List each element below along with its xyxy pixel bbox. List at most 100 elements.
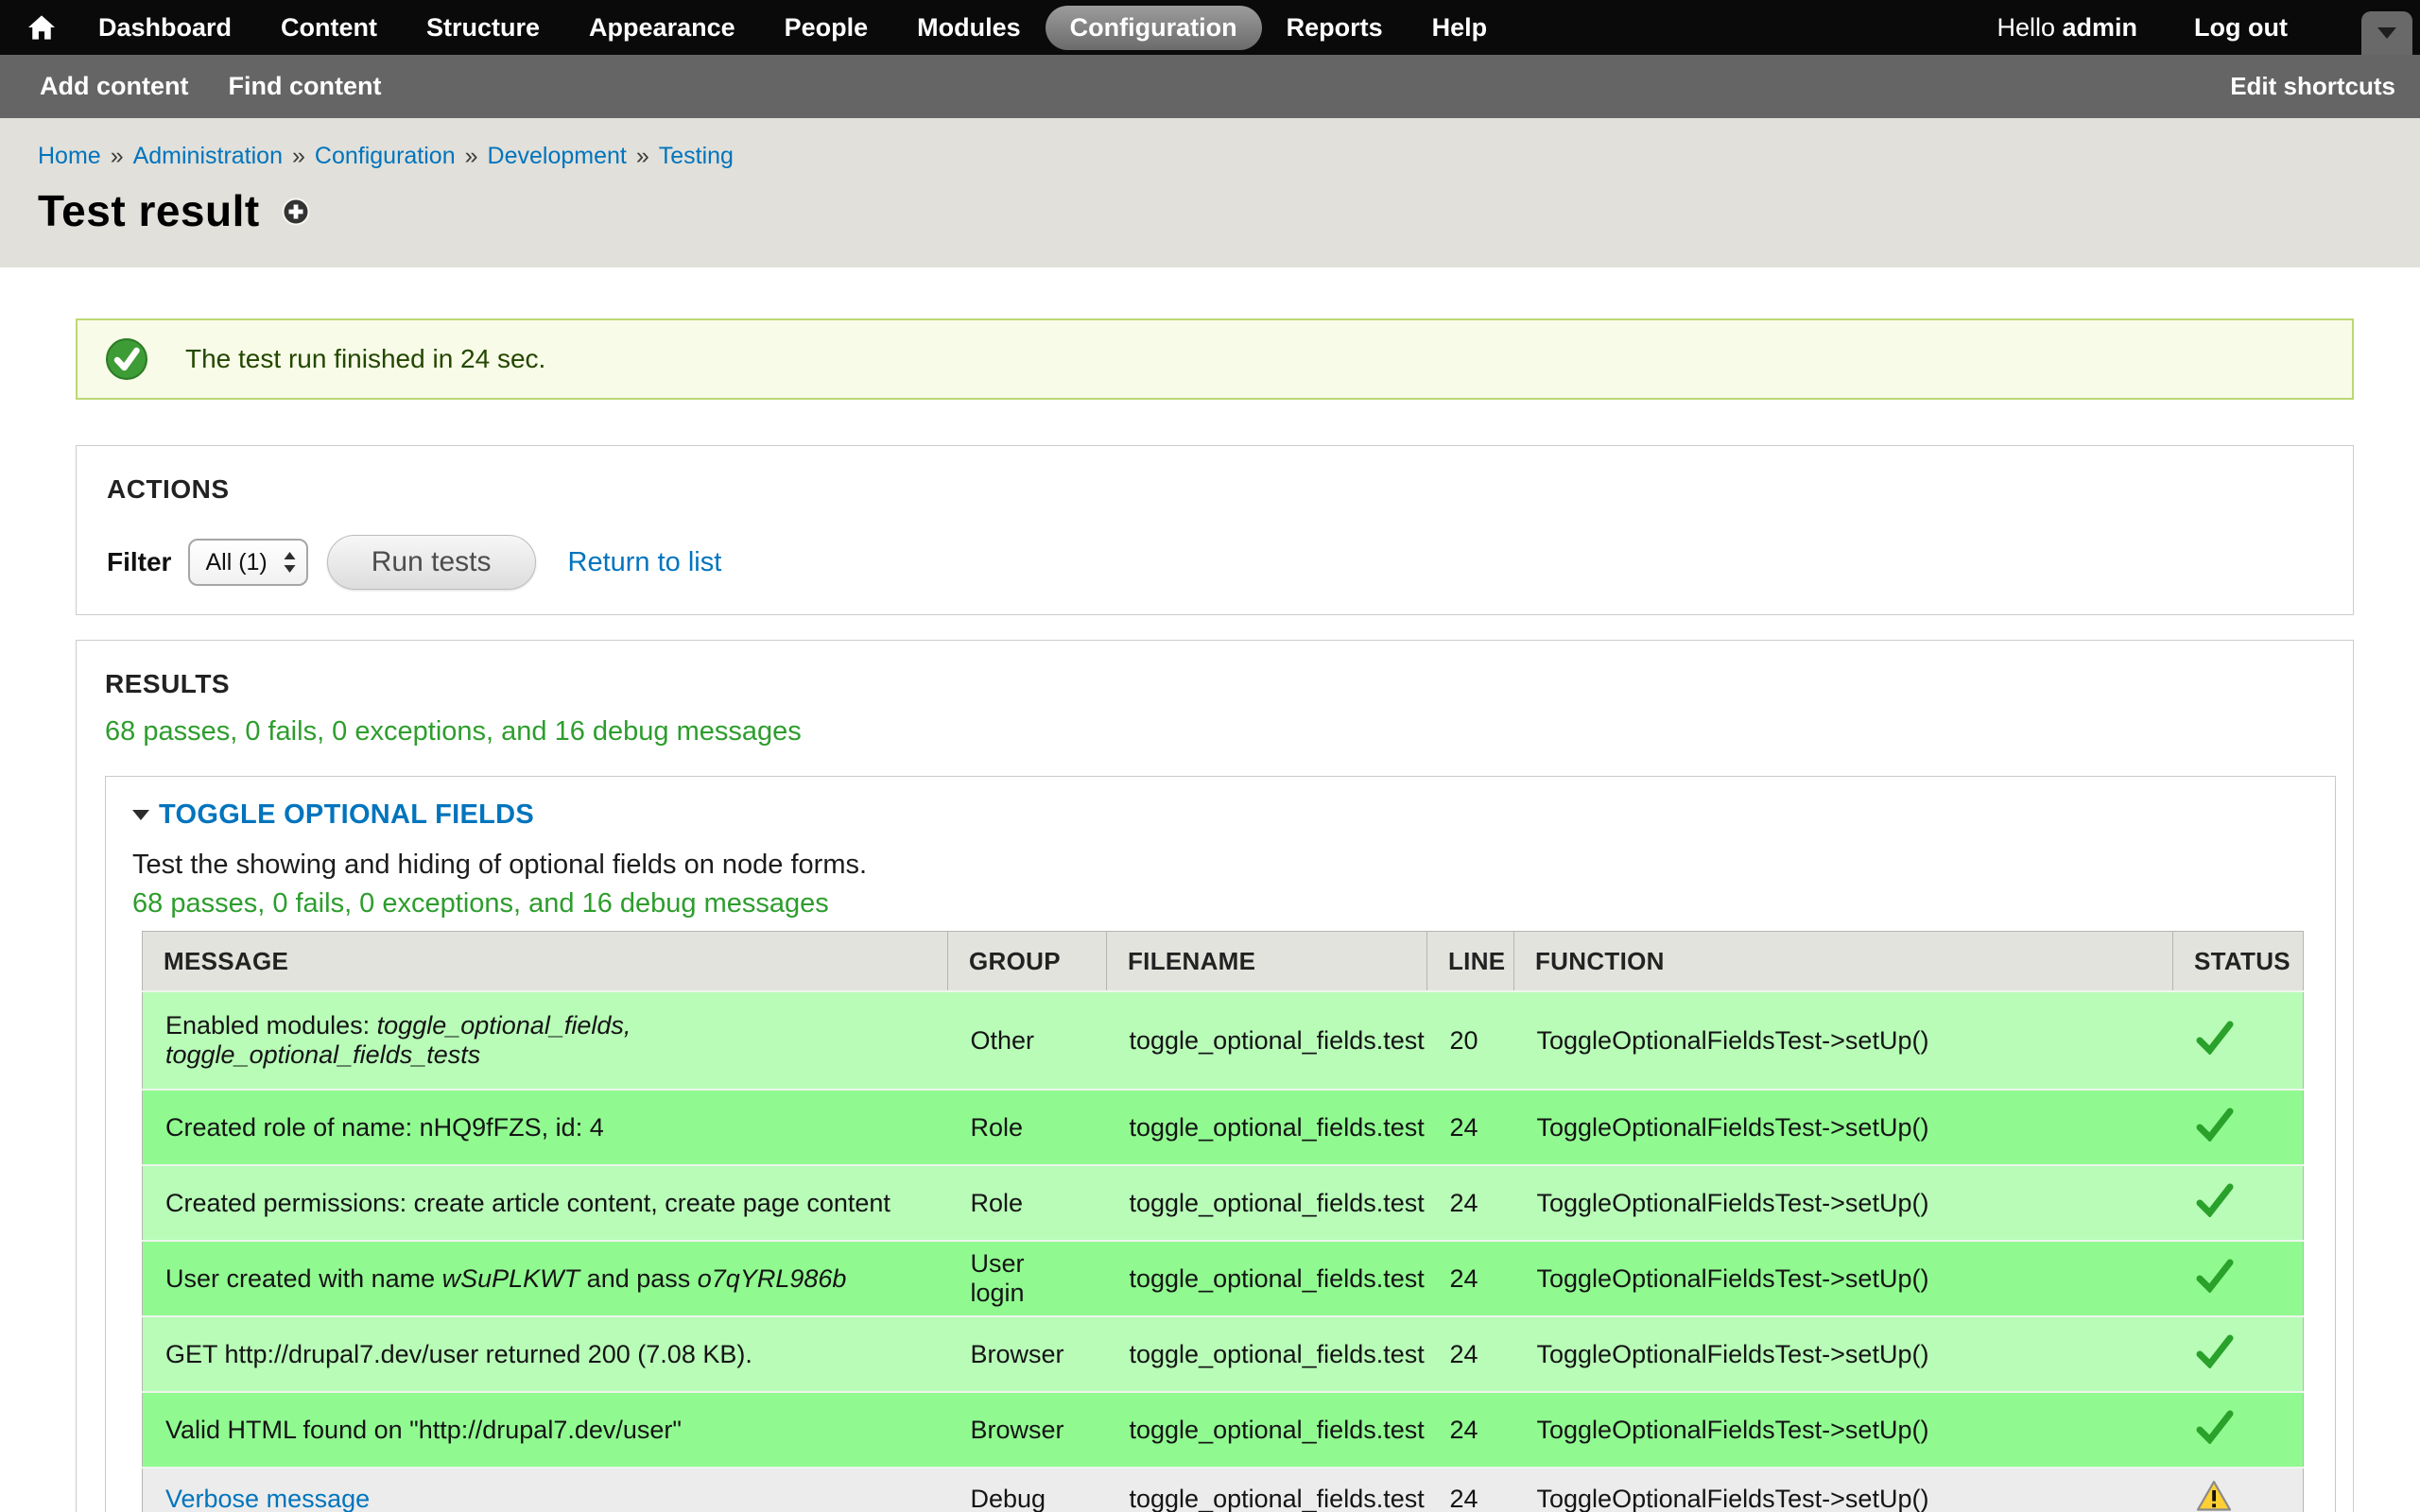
- cell-filename: toggle_optional_fields.test: [1107, 991, 1427, 1090]
- home-icon[interactable]: [26, 12, 57, 43]
- cell-line: 24: [1427, 1316, 1514, 1392]
- return-to-list-link[interactable]: Return to list: [568, 547, 722, 578]
- results-summary: 68 passes, 0 fails, 0 exceptions, and 16…: [105, 716, 2336, 747]
- cell-filename: toggle_optional_fields.test: [1107, 1392, 1427, 1468]
- pass-check-icon: [2196, 1032, 2234, 1060]
- cell-message: GET http://drupal7.dev/user returned 200…: [143, 1316, 948, 1392]
- drupal-test-result-page: DashboardContentStructureAppearancePeopl…: [0, 0, 2420, 1512]
- toolbar-item-configuration[interactable]: Configuration: [1046, 6, 1262, 50]
- select-arrows-icon: [283, 551, 297, 574]
- username: admin: [2063, 13, 2138, 42]
- cell-status: [2173, 1316, 2304, 1392]
- pass-check-icon: [2196, 1346, 2234, 1374]
- toolbar-item-structure[interactable]: Structure: [402, 6, 564, 50]
- results-table: MESSAGEGROUPFILENAMELINEFUNCTIONSTATUS E…: [142, 931, 2304, 1512]
- column-header-filename: FILENAME: [1107, 932, 1427, 992]
- cell-status: [2173, 991, 2304, 1090]
- cell-line: 24: [1427, 1392, 1514, 1468]
- table-row: Valid HTML found on "http://drupal7.dev/…: [143, 1392, 2304, 1468]
- fieldset-description: Test the showing and hiding of optional …: [132, 850, 2318, 881]
- toolbar-item-help[interactable]: Help: [1408, 6, 1512, 50]
- cell-group: Browser: [948, 1392, 1107, 1468]
- message-text: Created role of name: nHQ9fFZS, id: 4: [165, 1113, 604, 1142]
- message-text: User created with name: [165, 1264, 442, 1293]
- cell-message: Verbose message: [143, 1468, 948, 1512]
- table-row: Created permissions: create article cont…: [143, 1165, 2304, 1241]
- cell-group: Role: [948, 1090, 1107, 1165]
- breadcrumb-link-home[interactable]: Home: [38, 143, 101, 169]
- cell-filename: toggle_optional_fields.test: [1107, 1316, 1427, 1392]
- verbose-message-link[interactable]: Verbose message: [165, 1485, 370, 1512]
- table-row: Enabled modules: toggle_optional_fields,…: [143, 991, 2304, 1090]
- breadcrumb-link-testing[interactable]: Testing: [659, 143, 734, 169]
- actions-heading: ACTIONS: [107, 474, 2325, 505]
- breadcrumb-separator: »: [292, 143, 305, 169]
- table-row: Verbose message Debugtoggle_optional_fiel…: [143, 1468, 2304, 1512]
- cell-function: ToggleOptionalFieldsTest->setUp(): [1514, 1392, 2173, 1468]
- cell-line: 24: [1427, 1090, 1514, 1165]
- cell-function: ToggleOptionalFieldsTest->setUp(): [1514, 1241, 2173, 1316]
- toolbar-item-people[interactable]: People: [760, 6, 893, 50]
- fieldset-summary: 68 passes, 0 fails, 0 exceptions, and 16…: [132, 888, 2318, 919]
- fieldset-legend[interactable]: TOGGLE OPTIONAL FIELDS: [132, 799, 2318, 831]
- edit-shortcuts-link[interactable]: Edit shortcuts: [2230, 72, 2395, 101]
- cell-function: ToggleOptionalFieldsTest->setUp(): [1514, 1090, 2173, 1165]
- run-tests-button[interactable]: Run tests: [327, 535, 536, 590]
- collapse-triangle-icon: [132, 810, 149, 820]
- shortcut-item-add-content[interactable]: Add content: [40, 72, 188, 101]
- cell-message: Created role of name: nHQ9fFZS, id: 4: [143, 1090, 948, 1165]
- toolbar-toggle-button[interactable]: [2361, 11, 2412, 55]
- cell-status: [2173, 1241, 2304, 1316]
- breadcrumb-separator: »: [111, 143, 124, 169]
- cell-line: 24: [1427, 1241, 1514, 1316]
- table-header-row: MESSAGEGROUPFILENAMELINEFUNCTIONSTATUS: [143, 932, 2304, 992]
- message-text: wSuPLKWT: [442, 1264, 580, 1293]
- shortcut-item-find-content[interactable]: Find content: [228, 72, 381, 101]
- results-panel: RESULTS 68 passes, 0 fails, 0 exceptions…: [76, 640, 2354, 1512]
- column-header-status: STATUS: [2173, 932, 2304, 992]
- table-row: Created role of name: nHQ9fFZS, id: 4 Rol…: [143, 1090, 2304, 1165]
- column-header-group: GROUP: [948, 932, 1107, 992]
- main-content: The test run finished in 24 sec. ACTIONS…: [0, 318, 2420, 1512]
- add-shortcut-icon[interactable]: [281, 197, 311, 232]
- breadcrumb-separator: »: [465, 143, 478, 169]
- breadcrumb-link-configuration[interactable]: Configuration: [315, 143, 456, 169]
- cell-function: ToggleOptionalFieldsTest->setUp(): [1514, 1468, 2173, 1512]
- toolbar-item-reports[interactable]: Reports: [1262, 6, 1408, 50]
- table-row: User created with name wSuPLKWT and pass…: [143, 1241, 2304, 1316]
- cell-filename: toggle_optional_fields.test: [1107, 1468, 1427, 1512]
- toolbar-menu: DashboardContentStructureAppearancePeopl…: [74, 6, 1512, 50]
- cell-function: ToggleOptionalFieldsTest->setUp(): [1514, 1316, 2173, 1392]
- fieldset-legend-link[interactable]: TOGGLE OPTIONAL FIELDS: [159, 799, 534, 831]
- cell-message: Created permissions: create article cont…: [143, 1165, 948, 1241]
- cell-line: 24: [1427, 1468, 1514, 1512]
- pass-check-icon: [2196, 1270, 2234, 1298]
- breadcrumb: Home » Administration » Configuration » Develo…: [38, 143, 2420, 170]
- toolbar-item-dashboard[interactable]: Dashboard: [74, 6, 256, 50]
- greeting-text: Hello admin: [1996, 13, 2137, 43]
- breadcrumb-link-administration[interactable]: Administration: [133, 143, 283, 169]
- cell-filename: toggle_optional_fields.test: [1107, 1165, 1427, 1241]
- filter-select[interactable]: All (1): [188, 539, 307, 586]
- cell-filename: toggle_optional_fields.test: [1107, 1241, 1427, 1316]
- status-ok-icon: [104, 336, 149, 382]
- column-header-function: FUNCTION: [1514, 932, 2173, 992]
- toolbar-item-appearance[interactable]: Appearance: [564, 6, 760, 50]
- cell-group: Browser: [948, 1316, 1107, 1392]
- table-row: GET http://drupal7.dev/user returned 200…: [143, 1316, 2304, 1392]
- shortcut-bar: Add content Find content Edit shortcuts: [0, 55, 2420, 118]
- cell-filename: toggle_optional_fields.test: [1107, 1090, 1427, 1165]
- cell-message: User created with name wSuPLKWT and pass…: [143, 1241, 948, 1316]
- page-header: Home » Administration » Configuration » Develo…: [0, 118, 2420, 267]
- pass-check-icon: [2196, 1421, 2234, 1450]
- logout-link[interactable]: Log out: [2194, 13, 2288, 43]
- cell-group: Role: [948, 1165, 1107, 1241]
- column-header-message: MESSAGE: [143, 932, 948, 992]
- chevron-down-icon: [2377, 27, 2396, 39]
- toolbar-item-modules[interactable]: Modules: [892, 6, 1046, 50]
- cell-line: 20: [1427, 991, 1514, 1090]
- cell-group: Debug: [948, 1468, 1107, 1512]
- breadcrumb-link-development[interactable]: Development: [488, 143, 627, 169]
- toolbar-item-content[interactable]: Content: [256, 6, 402, 50]
- cell-status: [2173, 1468, 2304, 1512]
